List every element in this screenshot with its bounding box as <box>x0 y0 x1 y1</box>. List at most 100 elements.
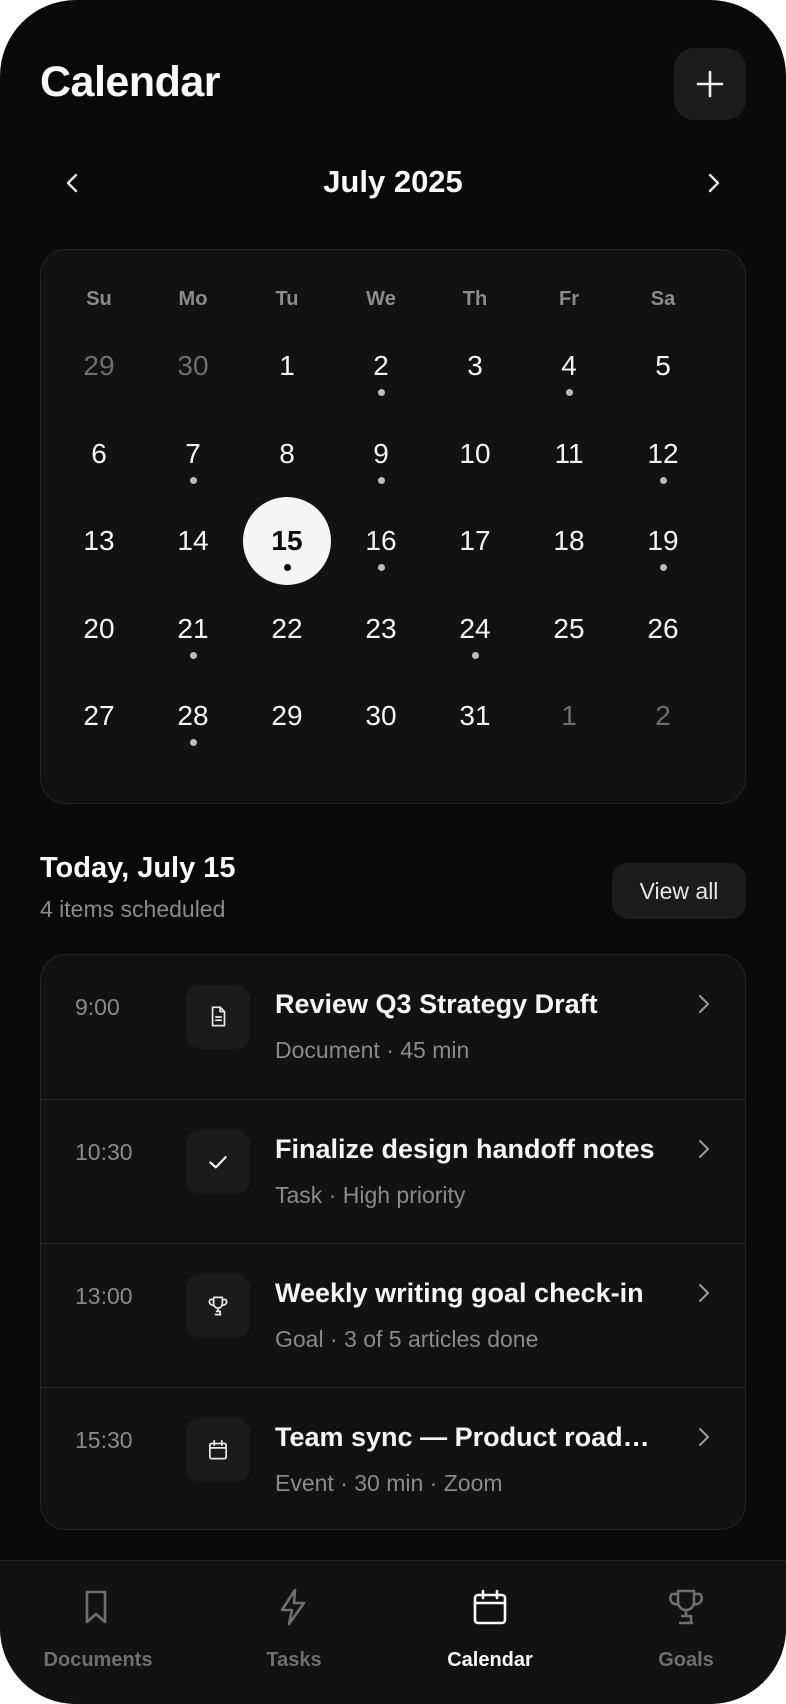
calendar-day[interactable]: 29 <box>240 672 334 760</box>
calendar-day[interactable]: 31 <box>428 672 522 760</box>
next-month-button[interactable] <box>688 158 738 208</box>
calendar-day[interactable]: 26 <box>616 585 710 673</box>
calendar-icon <box>209 1439 227 1460</box>
event-indicator-dot <box>660 476 667 484</box>
day-number: 17 <box>459 525 491 556</box>
day-number: 18 <box>553 525 585 556</box>
event-title: Weekly writing goal check-in <box>275 1278 644 1308</box>
chevron-right-icon <box>689 1278 719 1308</box>
chevron-right-icon <box>689 1134 719 1164</box>
day-number: 31 <box>459 700 491 731</box>
app-screen: Calendar July 2025 Su Mo Tu We Th Fr Sa 29 30 1 2 3… <box>0 0 786 1704</box>
day-number: 1 <box>561 700 577 731</box>
calendar-day[interactable]: 10 <box>428 410 522 498</box>
calendar-day[interactable]: 28 <box>146 672 240 760</box>
day-number: 30 <box>177 350 209 381</box>
calendar-day[interactable]: 19 <box>616 497 710 585</box>
calendar-day[interactable]: 5 <box>616 322 710 410</box>
calendar-day[interactable]: 23 <box>334 585 428 673</box>
day-number: 13 <box>83 525 115 556</box>
event-type-icon-box <box>186 985 250 1049</box>
calendar-day[interactable]: 22 <box>240 585 334 673</box>
weekday-label: Su <box>86 288 112 310</box>
calendar-day[interactable]: 24 <box>428 585 522 673</box>
calendar-day[interactable]: 29 <box>52 322 146 410</box>
weekday-label: Th <box>462 288 488 310</box>
tab-tasks[interactable]: Tasks <box>196 1561 392 1704</box>
calendar-day[interactable]: 17 <box>428 497 522 585</box>
calendar-day[interactable]: 30 <box>334 672 428 760</box>
day-number: 26 <box>647 612 679 644</box>
day-number: 19 <box>647 525 679 556</box>
day-number: 6 <box>91 437 107 469</box>
plus-icon <box>696 70 724 98</box>
calendar-day[interactable]: 14 <box>146 497 240 585</box>
day-number: 30 <box>365 700 397 731</box>
calendar-day[interactable]: 6 <box>52 410 146 498</box>
event-row[interactable]: 10:30 Finalize design handoff notes Task ·… <box>41 1099 745 1243</box>
day-number: 24 <box>459 612 491 644</box>
event-indicator-dot <box>566 389 573 396</box>
add-button[interactable] <box>674 48 746 120</box>
day-number: 16 <box>365 525 397 556</box>
calendar-day[interactable]: 4 <box>522 322 616 410</box>
tab-goals[interactable]: Goals <box>588 1561 784 1704</box>
calendar-day[interactable]: 1 <box>522 672 616 760</box>
calendar-day[interactable]: 21 <box>146 585 240 673</box>
event-title: Review Q3 Strategy Draft <box>275 989 598 1019</box>
calendar-day[interactable]: 30 <box>146 322 240 410</box>
lightning-icon <box>274 1585 314 1629</box>
event-row[interactable]: 9:00 Review Q3 Strategy Draft Document · 4… <box>41 955 745 1099</box>
event-meta: Goal · 3 of 5 articles done <box>275 1326 539 1352</box>
weekday-label: Mo <box>178 288 208 310</box>
event-type-icon-box <box>186 1130 250 1194</box>
calendar-day[interactable]: 27 <box>52 672 146 760</box>
tab-documents[interactable]: Documents <box>0 1561 196 1704</box>
chevron-right-icon <box>689 989 719 1019</box>
event-indicator-dot <box>660 564 667 571</box>
page-title: Calendar <box>40 58 221 106</box>
calendar-day[interactable]: 20 <box>52 585 146 673</box>
calendar-day[interactable]: 1 <box>240 322 334 410</box>
event-indicator-dot <box>378 389 385 396</box>
calendar-day[interactable]: 2 <box>334 322 428 410</box>
event-meta: Task · High priority <box>275 1182 466 1208</box>
event-indicator-dot <box>190 651 197 659</box>
check-icon <box>209 1156 227 1169</box>
calendar-day[interactable]: 8 <box>240 410 334 498</box>
event-time: 13:00 <box>75 1283 133 1309</box>
calendar-day-selected[interactable]: 15 <box>240 497 334 585</box>
day-number: 23 <box>365 612 397 644</box>
day-number: 10 <box>459 437 491 469</box>
view-all-button[interactable]: View all <box>612 863 746 919</box>
event-title: Finalize design handoff notes <box>275 1134 655 1164</box>
calendar-day[interactable]: 7 <box>146 410 240 498</box>
day-number: 12 <box>647 437 679 469</box>
day-number: 2 <box>373 350 389 381</box>
calendar-day[interactable]: 18 <box>522 497 616 585</box>
tab-label: Tasks <box>266 1649 322 1671</box>
calendar-day[interactable]: 25 <box>522 585 616 673</box>
event-row[interactable]: 13:00 Weekly writing goal check-in Goal · … <box>41 1243 745 1387</box>
event-indicator-dot <box>190 739 197 746</box>
day-number: 9 <box>373 437 389 469</box>
day-number: 15 <box>271 525 303 556</box>
day-number: 14 <box>177 525 209 556</box>
calendar-grid: Su Mo Tu We Th Fr Sa 29 30 1 2 3 4 5 6 7 8 9 10 11 12 13 14 15 1… <box>40 249 746 804</box>
trophy-icon <box>666 1585 706 1629</box>
day-number: 3 <box>467 350 483 381</box>
tab-calendar[interactable]: Calendar <box>392 1561 588 1704</box>
day-number: 1 <box>279 350 295 381</box>
bookmark-icon <box>78 1585 118 1629</box>
calendar-day[interactable]: 11 <box>522 410 616 498</box>
calendar-day[interactable]: 13 <box>52 497 146 585</box>
calendar-day[interactable]: 3 <box>428 322 522 410</box>
calendar-day[interactable]: 16 <box>334 497 428 585</box>
event-row[interactable]: 15:30 Team sync — Product road… Event · 30… <box>41 1387 745 1529</box>
chevron-right-icon <box>689 1422 719 1452</box>
day-number: 5 <box>655 350 671 381</box>
calendar-day[interactable]: 9 <box>334 410 428 498</box>
day-number: 7 <box>185 437 201 469</box>
calendar-day[interactable]: 12 <box>616 410 710 498</box>
calendar-day[interactable]: 2 <box>616 672 710 760</box>
